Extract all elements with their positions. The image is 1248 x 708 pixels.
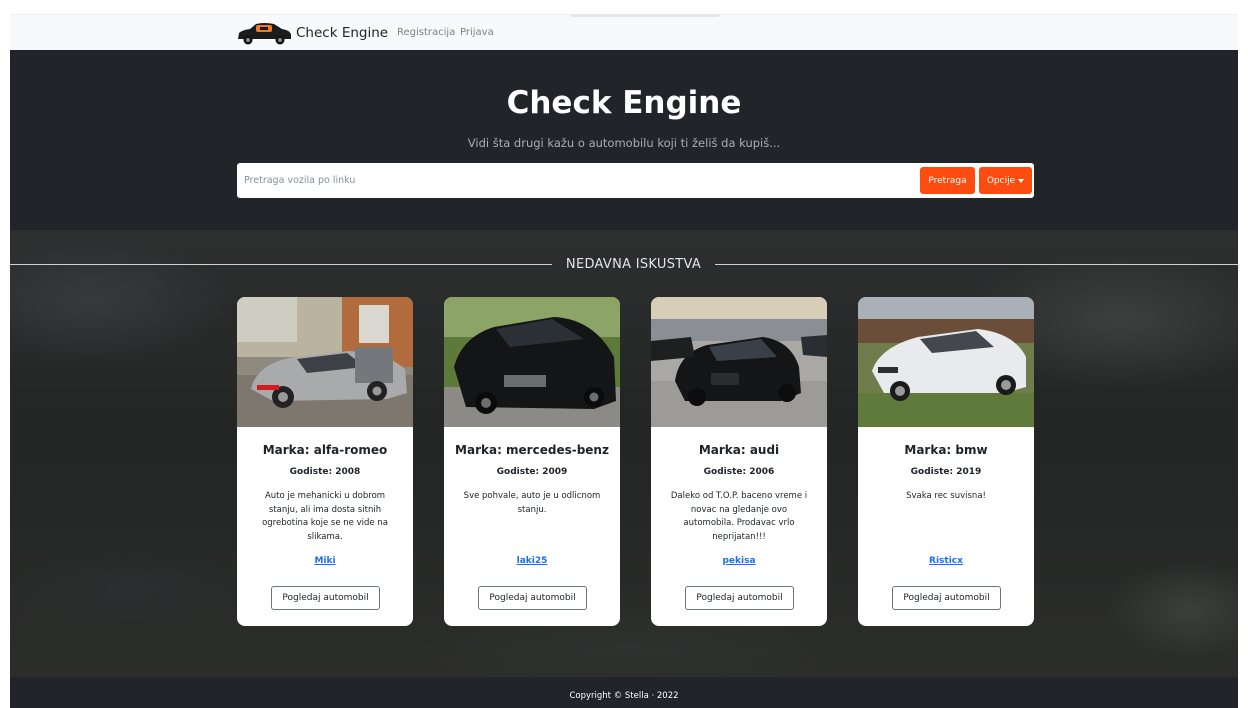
- view-car-button[interactable]: Pogledaj automobil: [685, 586, 794, 610]
- caret-down-icon: [1018, 178, 1025, 183]
- experience-card: Marka: alfa-romeo Godiste: 2008 Auto je …: [237, 297, 413, 626]
- view-car-button[interactable]: Pogledaj automobil: [271, 586, 380, 610]
- card-text: Auto je mehanicki u dobrom stanju, ali i…: [262, 491, 388, 543]
- car-check-engine-logo-icon: [238, 23, 291, 45]
- search-bar: Pretraga Opcije: [237, 163, 1034, 198]
- white-coupe-photo: [858, 297, 1034, 427]
- card-author-link[interactable]: laki25: [444, 556, 620, 566]
- experience-card: Marka: bmw Godiste: 2019 Svaka rec suvis…: [858, 297, 1034, 626]
- card-year: Godiste: 2006: [703, 467, 775, 477]
- options-dropdown-button[interactable]: Opcije: [979, 167, 1032, 194]
- card-year: Godiste: 2009: [496, 467, 568, 477]
- hero-subtitle: Vidi šta drugi kažu o automobilu koji ti…: [467, 136, 781, 150]
- brand-name: Check Engine: [296, 25, 389, 41]
- section-divider-right: [715, 264, 1238, 265]
- silver-sedan-photo: [237, 297, 413, 427]
- card-year: Godiste: 2019: [910, 467, 982, 477]
- page: Check Engine Registracija Prijava Check …: [0, 0, 1248, 708]
- card-text: Svaka rec suvisna!: [906, 491, 986, 501]
- hero-title: Check Engine: [506, 85, 742, 121]
- card-title: Marka: audi: [698, 443, 780, 457]
- nav-link-registracija[interactable]: Registracija: [397, 27, 455, 38]
- card-author-link[interactable]: pekisa: [651, 556, 827, 566]
- nav-link-prijava[interactable]: Prijava: [460, 27, 494, 38]
- navbar-top-highlight: [570, 14, 720, 17]
- brand-link[interactable]: Check Engine: [236, 21, 388, 45]
- search-input[interactable]: [237, 163, 917, 198]
- card-text: Sve pohvale, auto je u odlicnom stanju.: [463, 491, 601, 515]
- footer: Copyright © Stella · 2022: [10, 677, 1238, 708]
- search-button[interactable]: Pretraga: [920, 167, 975, 194]
- section-divider-left: [10, 264, 552, 265]
- view-car-button[interactable]: Pogledaj automobil: [478, 586, 587, 610]
- experience-card: Marka: mercedes-benz Godiste: 2009 Sve p…: [444, 297, 620, 626]
- view-car-button[interactable]: Pogledaj automobil: [892, 586, 1001, 610]
- card-author-link[interactable]: Miki: [237, 556, 413, 566]
- section-title: NEDAVNA ISKUSTVA: [565, 257, 702, 272]
- navbar: Check Engine Registracija Prijava: [10, 14, 1238, 50]
- black-hatchback-photo: [651, 297, 827, 427]
- card-author-link[interactable]: Risticx: [858, 556, 1034, 566]
- card-title: Marka: mercedes-benz: [455, 443, 609, 457]
- footer-copyright: Copyright © Stella · 2022: [569, 691, 679, 701]
- background-overlay: [10, 230, 1238, 677]
- card-title: Marka: alfa-romeo: [262, 443, 388, 457]
- experience-card: Marka: audi Godiste: 2006 Daleko od T.O.…: [651, 297, 827, 626]
- card-year: Godiste: 2008: [289, 467, 361, 477]
- card-title: Marka: bmw: [904, 443, 988, 457]
- options-label: Opcije: [986, 175, 1016, 186]
- card-text: Daleko od T.O.P. baceno vreme i novac na…: [670, 491, 808, 543]
- hero-section: Check Engine Vidi šta drugi kažu o autom…: [10, 50, 1238, 230]
- black-sedan-photo: [444, 297, 620, 427]
- recent-experiences-section: NEDAVNA ISKUSTVA Marka: alfa-romeo Godis…: [10, 230, 1238, 677]
